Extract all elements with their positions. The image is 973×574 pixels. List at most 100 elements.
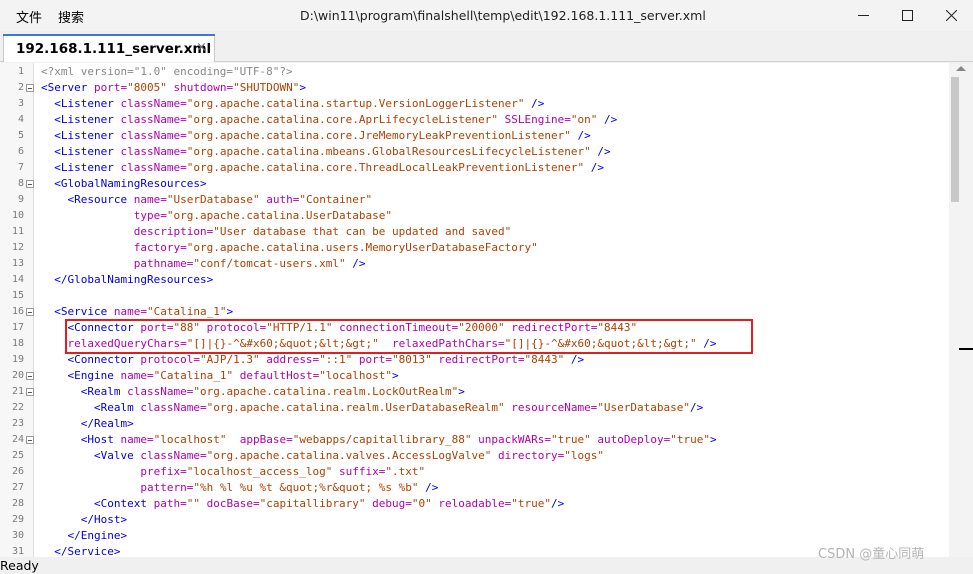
close-window-button[interactable]	[928, 0, 973, 31]
watermark: CSDN @童心同萌	[818, 547, 925, 562]
code-token: "org.apache.catalina.valves.AccessLogVal…	[206, 449, 492, 462]
code-token: <Listener	[54, 161, 121, 174]
menu-search[interactable]: 搜索	[58, 7, 84, 26]
code-line[interactable]: 12 factory="org.apache.catalina.users.Me…	[0, 240, 950, 256]
code-line[interactable]: 21 <Realm className="org.apache.catalina…	[0, 384, 950, 400]
code-line[interactable]: 30 </Engine>	[0, 528, 950, 544]
code-token: directory=	[491, 449, 565, 462]
code-token: unpackWARs=	[471, 433, 552, 446]
code-line[interactable]: 27 pattern="%h %l %u %t &quot;%r&quot; %…	[0, 480, 950, 496]
code-line[interactable]: 14 </GlobalNamingResources>	[0, 272, 950, 288]
code-line[interactable]: 25 <Valve className="org.apache.catalina…	[0, 448, 950, 464]
code-token: "true"	[670, 433, 710, 446]
code-line[interactable]: 22 <Realm className="org.apache.catalina…	[0, 400, 950, 416]
code-token: className=	[127, 385, 194, 398]
code-text: pathname="conf/tomcat-users.xml" />	[41, 256, 366, 272]
code-line[interactable]: 20 <Engine name="Catalina_1" defaultHost…	[0, 368, 950, 384]
line-number: 11	[11, 226, 24, 237]
code-text: <Listener className="org.apache.catalina…	[41, 128, 591, 144]
fold-toggle-icon[interactable]	[26, 436, 34, 444]
code-line[interactable]: 1 <?xml version="1.0" encoding="UTF-8"?>	[0, 64, 950, 80]
code-line[interactable]: 15	[0, 288, 950, 304]
line-number: 17	[11, 322, 24, 333]
code-token: <Realm	[93, 401, 141, 414]
code-token: "8005"	[127, 81, 167, 94]
code-text: <Context path="" docBase="capitallibrary…	[41, 496, 564, 512]
vertical-scrollbar[interactable]	[949, 63, 973, 557]
tab-close-icon[interactable]: ×	[196, 40, 207, 55]
code-token: "localhost"	[319, 369, 393, 382]
code-token: >	[458, 385, 465, 398]
code-token: "User database that can be updated and s…	[213, 225, 512, 238]
title-bar: 文件 搜索 D:\win11\program\finalshell\temp\e…	[0, 0, 973, 31]
code-line[interactable]: 19 <Connector protocol="AJP/1.3" address…	[0, 352, 950, 368]
code-token: />	[551, 497, 565, 510]
code-token: />	[345, 257, 366, 270]
scroll-thumb[interactable]	[951, 77, 959, 202]
code-text: <Listener className="org.apache.catalina…	[41, 160, 604, 176]
line-number: 23	[11, 418, 24, 429]
code-token: <Valve	[93, 449, 141, 462]
fold-toggle-icon[interactable]	[26, 388, 34, 396]
code-token: port=	[352, 353, 393, 366]
code-text: description="User database that can be u…	[41, 224, 512, 240]
code-token: "Catalina_1"	[146, 305, 227, 318]
connector-highlight-box	[65, 319, 753, 354]
fold-toggle-icon[interactable]	[26, 308, 34, 316]
code-text: <?xml version="1.0" encoding="UTF-8"?>	[41, 64, 293, 80]
code-line[interactable]: 29 </Host>	[0, 512, 950, 528]
fold-toggle-icon[interactable]	[26, 180, 34, 188]
code-text: <Host name="localhost" appBase="webapps/…	[41, 432, 717, 448]
code-line[interactable]: 16 <Service name="Catalina_1">	[0, 304, 950, 320]
menu-file[interactable]: 文件	[16, 7, 42, 26]
fold-toggle-icon[interactable]	[26, 84, 34, 92]
code-token: prefix=	[140, 465, 187, 478]
code-token: className=	[140, 449, 207, 462]
code-line[interactable]: 9 <Resource name="UserDatabase" auth="Co…	[0, 192, 950, 208]
code-line[interactable]: 10 type="org.apache.catalina.UserDatabas…	[0, 208, 950, 224]
code-token: "org.apache.catalina.core.ThreadLocalLea…	[186, 161, 585, 174]
window-title: D:\win11\program\finalshell\temp\edit\19…	[300, 8, 706, 23]
code-token: "Catalina_1"	[153, 369, 234, 382]
code-token: />	[570, 129, 591, 142]
code-token: className=	[120, 129, 187, 142]
line-number: 26	[11, 466, 24, 477]
code-line[interactable]: 5 <Listener className="org.apache.catali…	[0, 128, 950, 144]
code-line[interactable]: 31 </Service>	[0, 544, 950, 557]
code-line[interactable]: 13 pathname="conf/tomcat-users.xml" />	[0, 256, 950, 272]
code-text: </Service>	[41, 544, 120, 557]
fold-toggle-icon[interactable]	[26, 372, 34, 380]
code-token: "org.apache.catalina.core.JreMemoryLeakP…	[186, 129, 571, 142]
code-token: shutdown=	[166, 81, 234, 94]
code-token: "capitallibrary"	[259, 497, 366, 510]
line-number: 29	[11, 514, 24, 525]
code-token: defaultHost=	[233, 369, 320, 382]
scroll-up-arrow-icon[interactable]	[956, 66, 966, 71]
code-token: >	[392, 369, 399, 382]
code-line[interactable]: 26 prefix="localhost_access_log" suffix=…	[0, 464, 950, 480]
code-line[interactable]: 24 <Host name="localhost" appBase="webap…	[0, 432, 950, 448]
code-token: >	[710, 433, 717, 446]
maximize-button[interactable]	[884, 0, 930, 31]
code-token: "0"	[411, 497, 432, 510]
code-line[interactable]: 7 <Listener className="org.apache.catali…	[0, 160, 950, 176]
tab-server-xml[interactable]: 192.168.1.111_server.xml ×	[3, 34, 215, 62]
minimize-button[interactable]	[840, 0, 886, 31]
code-editor[interactable]: 1 <?xml version="1.0" encoding="UTF-8"?> 2…	[0, 63, 973, 557]
code-line[interactable]: 8 <GlobalNamingResources>	[0, 176, 950, 192]
code-line[interactable]: 2 <Server port="8005" shutdown="SHUTDOWN"…	[0, 80, 950, 96]
code-line[interactable]: 6 <Listener className="org.apache.catali…	[0, 144, 950, 160]
code-line[interactable]: 4 <Listener className="org.apache.catali…	[0, 112, 950, 128]
code-line[interactable]: 23 </Realm>	[0, 416, 950, 432]
code-token: "webapps/capitallibrary_88"	[292, 433, 472, 446]
code-line[interactable]: 28 <Context path="" docBase="capitallibr…	[0, 496, 950, 512]
code-token: <Server	[41, 81, 94, 94]
code-line[interactable]: 11 description="User database that can b…	[0, 224, 950, 240]
code-line[interactable]: 3 <Listener className="org.apache.catali…	[0, 96, 950, 112]
